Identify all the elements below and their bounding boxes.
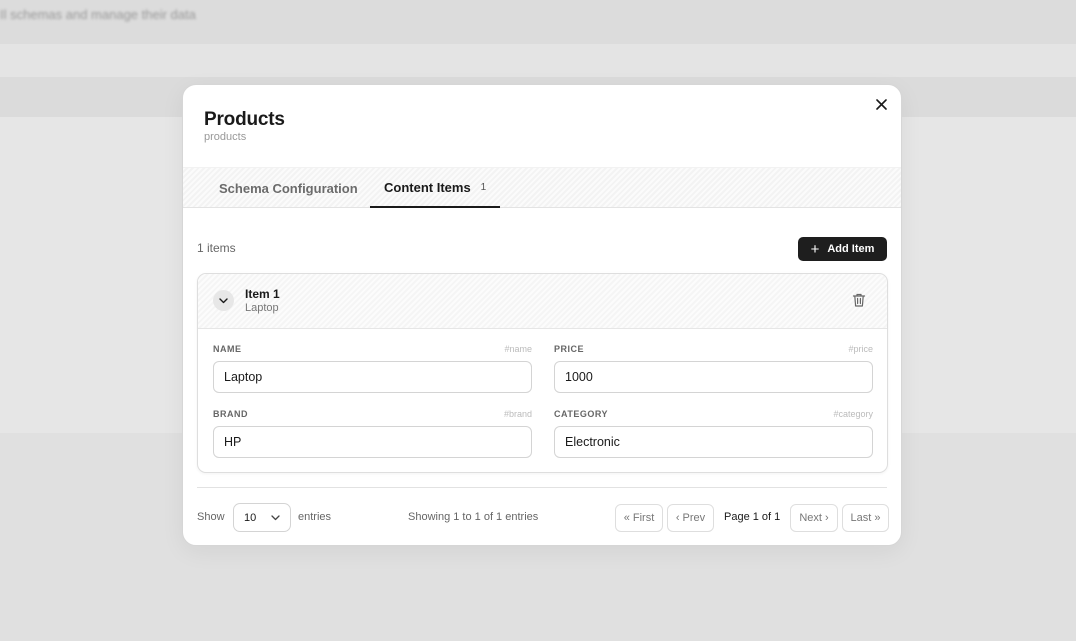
next-page-button[interactable]: Next › — [790, 504, 838, 532]
plus-icon: + — [810, 240, 820, 258]
field-key: #brand — [503, 409, 532, 419]
background-header-text: Il schemas and manage their data — [0, 7, 196, 22]
delete-item-button[interactable] — [851, 292, 867, 308]
field-label: BRAND — [213, 409, 248, 419]
first-page-button[interactable]: « First — [615, 504, 663, 532]
last-page-button[interactable]: Last » — [842, 504, 889, 532]
price-input[interactable] — [554, 361, 873, 393]
tab-count-badge: 1 — [480, 181, 487, 193]
tab-bar: Schema Configuration Content Items 1 — [183, 167, 901, 208]
field-label: CATEGORY — [554, 409, 609, 419]
name-input[interactable] — [213, 361, 532, 393]
item-title: Item 1 — [245, 287, 280, 301]
tab-label: Schema Configuration — [219, 180, 358, 196]
field-key: #price — [848, 344, 873, 354]
page-size-select[interactable]: 10 — [233, 503, 291, 532]
chevron-down-icon — [219, 297, 228, 303]
item-header: Item 1 Laptop — [198, 274, 887, 329]
showing-entries-text: Showing 1 to 1 of 1 entries — [408, 511, 539, 523]
close-icon — [875, 98, 887, 110]
modal-subtitle: products — [204, 131, 247, 143]
pagination-bar: Show 10 entries Showing 1 to 1 of 1 entr… — [197, 503, 889, 533]
item-subtitle: Laptop — [245, 302, 279, 314]
background-header: Il schemas and manage their data — [0, 0, 1076, 44]
chevron-down-icon — [271, 514, 280, 520]
add-item-button[interactable]: + Add Item — [798, 237, 887, 261]
field-key: #category — [833, 409, 873, 419]
tab-label: Content Items — [384, 179, 471, 195]
prev-page-button[interactable]: ‹ Prev — [667, 504, 714, 532]
add-item-label: Add Item — [827, 243, 875, 255]
tab-schema-configuration[interactable]: Schema Configuration — [205, 168, 372, 208]
entries-label: entries — [298, 511, 332, 523]
page-size-value: 10 — [244, 511, 257, 524]
modal-title: Products — [204, 109, 285, 130]
close-button[interactable] — [873, 96, 889, 112]
products-modal: Products products Schema Configuration C… — [182, 84, 902, 546]
collapse-toggle-button[interactable] — [213, 290, 234, 311]
show-label: Show — [197, 511, 225, 523]
field-label: NAME — [213, 344, 242, 354]
content-item-card: Item 1 Laptop NAME #name PRICE #price BR… — [197, 273, 888, 473]
brand-input[interactable] — [213, 426, 532, 458]
background-row — [0, 44, 1076, 77]
divider — [197, 487, 887, 488]
category-input[interactable] — [554, 426, 873, 458]
items-count: 1 items — [197, 241, 236, 255]
field-label: PRICE — [554, 344, 585, 354]
tab-content-items[interactable]: Content Items 1 — [370, 168, 501, 208]
field-key: #name — [504, 344, 532, 354]
trash-icon — [852, 293, 866, 307]
page-indicator: Page 1 of 1 — [724, 511, 781, 523]
